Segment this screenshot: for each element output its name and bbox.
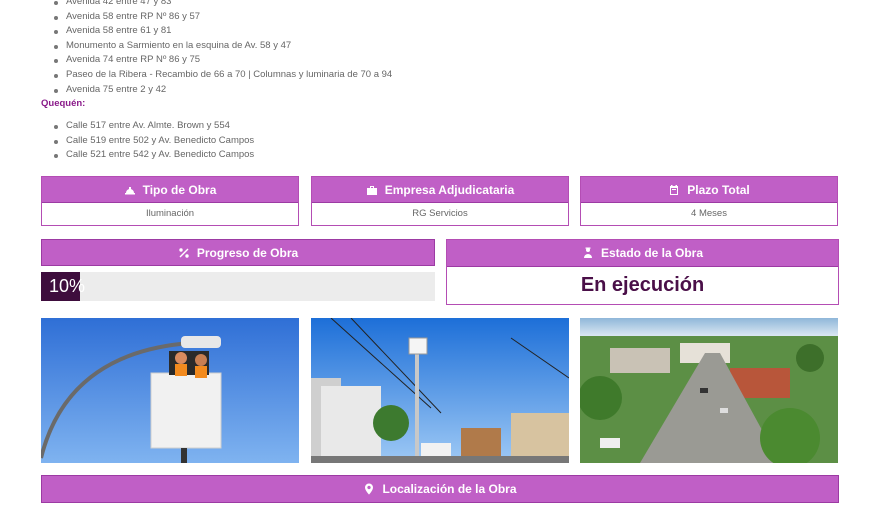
calendar-icon bbox=[670, 184, 679, 195]
plazo-total-value: 4 Meses bbox=[691, 208, 727, 219]
list-item: Avenida 58 entre 61 y 81 bbox=[52, 24, 392, 39]
list-item: Avenida 58 entre RP Nº 86 y 57 bbox=[52, 10, 392, 25]
progreso-de-obra-header: Progreso de Obra bbox=[41, 239, 435, 266]
estado-de-la-obra-title: Estado de la Obra bbox=[600, 246, 704, 260]
empresa-adjudicataria-card: Empresa Adjudicataria RG Servicios bbox=[311, 176, 569, 226]
progress-label: 10% bbox=[49, 276, 86, 296]
list-item: Paseo de la Ribera - Recambio de 66 a 70… bbox=[52, 68, 392, 83]
list-item: Calle 517 entre Av. Almte. Brown y 554 bbox=[52, 119, 254, 134]
progreso-de-obra-title: Progreso de Obra bbox=[196, 245, 299, 260]
empresa-adjudicataria-title: Empresa Adjudicataria bbox=[384, 182, 515, 197]
list-item: Avenida 75 entre 2 y 42 bbox=[52, 83, 392, 98]
worker-icon bbox=[583, 247, 592, 258]
plazo-total-card: Plazo Total 4 Meses bbox=[580, 176, 838, 226]
city-heading-quequen: Quequén: bbox=[41, 98, 86, 109]
map-pin-icon bbox=[365, 483, 374, 495]
hard-hat-icon bbox=[124, 186, 135, 194]
tipo-de-obra-card: Tipo de Obra Iluminación bbox=[41, 176, 299, 226]
tipo-de-obra-header: Tipo de Obra bbox=[42, 177, 298, 203]
localizacion-de-la-obra-title: Localización de la Obra bbox=[382, 482, 517, 496]
photo-street-lamp-lift[interactable] bbox=[311, 318, 569, 463]
photo-aerial-street-view[interactable] bbox=[580, 318, 838, 463]
estado-de-la-obra-card: Estado de la Obra En ejecución bbox=[446, 239, 839, 305]
works-list-quequen: Calle 517 entre Av. Almte. Brown y 554 C… bbox=[52, 119, 254, 163]
tipo-de-obra-title: Tipo de Obra bbox=[142, 182, 217, 197]
works-list-necochea: Avenida 42 entre 47 y 83 Avenida 58 entr… bbox=[52, 0, 392, 97]
estado-de-la-obra-header: Estado de la Obra bbox=[447, 240, 838, 267]
plazo-total-title: Plazo Total bbox=[687, 182, 750, 197]
localizacion-de-la-obra-header[interactable]: Localización de la Obra bbox=[41, 475, 839, 503]
photo-bucket-truck-workers[interactable] bbox=[41, 318, 299, 463]
estado-de-la-obra-value: En ejecución bbox=[580, 273, 705, 296]
list-item: Monumento a Sarmiento en la esquina de A… bbox=[52, 39, 392, 54]
percent-icon bbox=[179, 247, 189, 258]
tipo-de-obra-value: Iluminación bbox=[145, 208, 195, 219]
plazo-total-header: Plazo Total bbox=[581, 177, 837, 203]
list-item: Avenida 42 entre 47 y 83 bbox=[52, 0, 392, 10]
progress-bar: 10% bbox=[41, 272, 435, 301]
list-item: Avenida 74 entre RP Nº 86 y 75 bbox=[52, 53, 392, 68]
briefcase-icon bbox=[366, 185, 377, 195]
empresa-adjudicataria-header: Empresa Adjudicataria bbox=[312, 177, 568, 203]
empresa-adjudicataria-value: RG Servicios bbox=[412, 208, 468, 219]
list-item: Calle 521 entre 542 y Av. Benedicto Camp… bbox=[52, 148, 254, 163]
list-item: Calle 519 entre 502 y Av. Benedicto Camp… bbox=[52, 134, 254, 149]
progress-bar-fill: 10% bbox=[41, 272, 85, 301]
